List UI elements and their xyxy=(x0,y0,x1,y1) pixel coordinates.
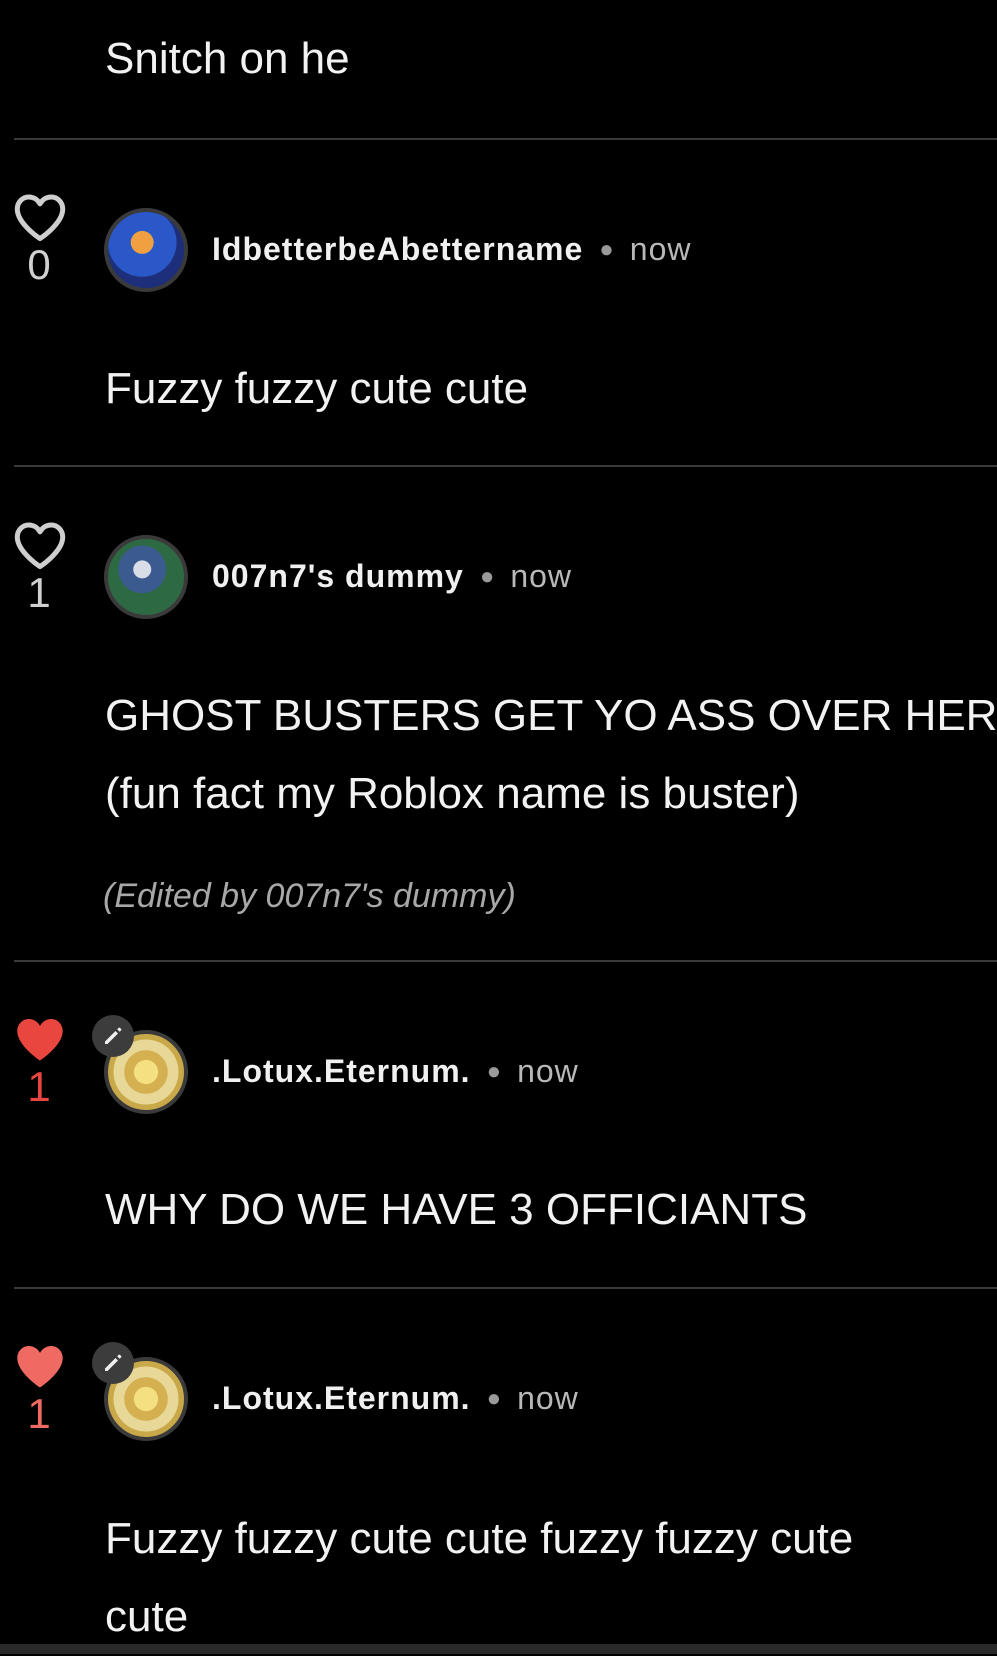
timestamp: now xyxy=(629,231,692,267)
like-count: 1 xyxy=(27,1390,51,1437)
like-button[interactable]: 1 xyxy=(12,520,68,616)
comment-line: Fuzzy fuzzy cute cute fuzzy fuzzy cute xyxy=(105,1514,854,1563)
like-count: 1 xyxy=(27,1063,51,1110)
comment-line: WHY DO WE HAVE 3 OFFICIANTS xyxy=(105,1185,808,1234)
comment-body: GHOST BUSTERS GET YO ASS OVER HERE (fun … xyxy=(105,677,997,833)
bottom-edge xyxy=(0,1644,997,1654)
divider xyxy=(14,960,997,962)
timestamp: now xyxy=(517,1380,579,1416)
comment-line: Fuzzy fuzzy cute cute xyxy=(105,364,529,413)
heart-outline-icon xyxy=(14,522,66,570)
separator-dot: ● xyxy=(486,1384,502,1412)
avatar[interactable] xyxy=(104,535,188,619)
like-count: 0 xyxy=(27,241,51,288)
heart-filled-icon xyxy=(17,1346,63,1388)
username[interactable]: .Lotux.Eternum. xyxy=(212,1380,471,1417)
comment-body: Fuzzy fuzzy cute cute fuzzy fuzzy cute c… xyxy=(105,1500,853,1656)
like-count: 1 xyxy=(27,569,51,616)
comment-body: Fuzzy fuzzy cute cute xyxy=(105,350,528,428)
pencil-icon xyxy=(92,1342,134,1384)
divider xyxy=(14,1287,997,1289)
separator-dot: ● xyxy=(479,562,495,590)
pencil-icon xyxy=(92,1015,134,1057)
username[interactable]: .Lotux.Eternum. xyxy=(212,1053,471,1090)
divider xyxy=(14,138,997,140)
divider xyxy=(14,465,997,467)
like-button[interactable]: 0 xyxy=(12,192,68,288)
separator-dot: ● xyxy=(486,1057,502,1085)
comment-line: GHOST BUSTERS GET YO ASS OVER HERE xyxy=(105,691,997,740)
heart-filled-icon xyxy=(17,1019,63,1061)
comment-body: WHY DO WE HAVE 3 OFFICIANTS xyxy=(105,1171,807,1249)
timestamp: now xyxy=(517,1053,579,1089)
comment-body: Snitch on he xyxy=(105,34,350,83)
comment-line: (fun fact my Roblox name is buster) xyxy=(105,769,800,818)
username[interactable]: IdbetterbeAbettername xyxy=(212,231,583,268)
like-button[interactable]: 1 xyxy=(12,1014,68,1110)
username[interactable]: 007n7's dummy xyxy=(212,558,464,595)
edited-note: (Edited by 007n7's dummy) xyxy=(103,877,516,915)
heart-outline-icon xyxy=(14,194,66,242)
avatar[interactable] xyxy=(104,208,188,292)
separator-dot: ● xyxy=(599,235,614,263)
like-button[interactable]: 1 xyxy=(12,1341,68,1437)
timestamp: now xyxy=(510,558,573,594)
